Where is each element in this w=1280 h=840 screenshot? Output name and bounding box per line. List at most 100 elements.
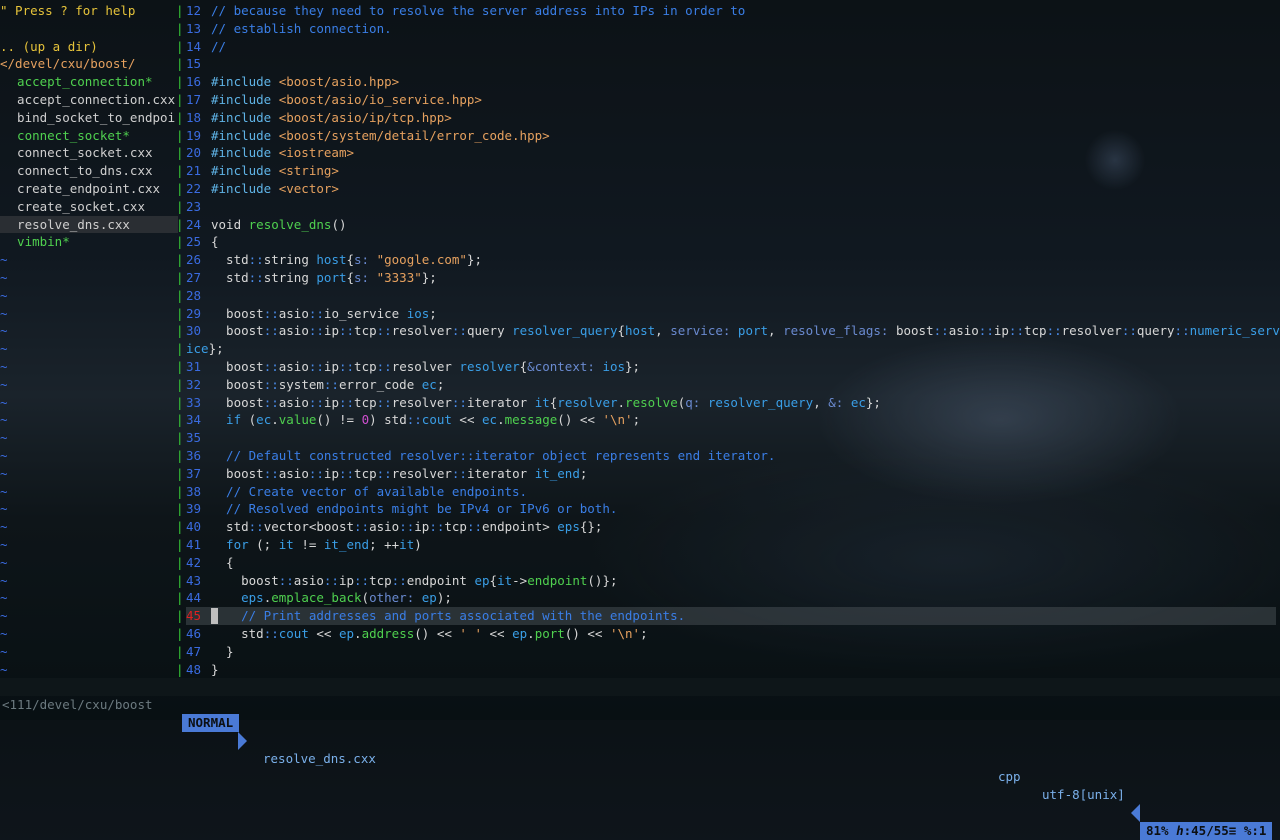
tree-entry[interactable]: resolve_dns.cxx [0, 215, 178, 234]
code-token: 0 [361, 412, 370, 428]
code-token: boost [211, 394, 264, 410]
separator-bar: | [176, 270, 184, 285]
separator-bar: | [176, 20, 184, 36]
code-token: tcp [369, 572, 392, 588]
code-line[interactable]: // Print addresses and ports associated … [211, 607, 685, 625]
separator-bar: | [176, 537, 184, 552]
code-line[interactable]: boost::asio::ip::tcp::resolver resolver{… [211, 358, 640, 376]
code-line[interactable]: if (ec.value() != 0) std::cout << ec.mes… [211, 411, 640, 429]
code-line[interactable]: for (; it != it_end; ++it) [211, 536, 422, 554]
code-token: it_end [323, 537, 370, 552]
code-line[interactable]: #include <iostream> [211, 144, 354, 162]
tree-help-hint: " Press ? for help [0, 3, 136, 18]
statusline: <111/devel/cxu/boost NORMAL resolve_dns.… [0, 678, 1280, 840]
tree-entry[interactable]: connect_socket.cxx [0, 144, 178, 162]
filetype-indicator: cpp [998, 769, 1021, 784]
code-token: <iostream> [278, 145, 354, 161]
code-line[interactable]: } [211, 661, 219, 679]
tree-entry[interactable]: bind_socket_to_endpoi [0, 109, 178, 127]
separator-bar: | [176, 109, 184, 125]
code-line[interactable]: { [211, 233, 219, 251]
code-token: other: [369, 590, 422, 606]
code-token: << [308, 626, 339, 641]
separator-bar: | [176, 163, 184, 179]
code-token: emplace_back [271, 590, 362, 606]
code-token: std [211, 270, 249, 285]
code-line[interactable]: { [211, 554, 234, 572]
code-token: resolver [391, 394, 452, 410]
code-line[interactable]: boost::system::error_code ec; [211, 376, 444, 394]
tree-empty-tilde: ~ [0, 537, 8, 552]
code-token: resolve_dns [248, 216, 332, 232]
code-token: ice [186, 341, 209, 357]
tree-entry[interactable]: connect_socket* [0, 127, 178, 145]
code-line[interactable]: #include <boost/asio/io_service.hpp> [211, 91, 482, 109]
separator-bar: | [176, 38, 184, 54]
code-line[interactable]: std::string port{s: "3333"}; [211, 269, 437, 287]
code-line[interactable]: // Resolved endpoints might be IPv4 or I… [211, 500, 617, 518]
code-line[interactable]: eps.emplace_back(other: ep); [211, 589, 452, 607]
tree-up-dir[interactable]: .. (up a dir) [0, 38, 176, 56]
code-line[interactable]: // establish connection. [211, 20, 392, 38]
code-line[interactable]: boost::asio::ip::tcp::resolver::query re… [211, 322, 1280, 340]
code-token: ec [256, 412, 272, 428]
code-token: ec [482, 412, 498, 428]
code-line[interactable]: } [211, 643, 234, 661]
code-token: << [451, 412, 483, 428]
tree-entry[interactable]: create_endpoint.cxx [0, 180, 178, 198]
code-token: }; [208, 341, 224, 357]
code-line[interactable]: #include <boost/asio/ip/tcp.hpp> [211, 109, 452, 127]
code-line[interactable]: // [211, 38, 226, 56]
code-line[interactable]: boost::asio::ip::tcp::resolver::iterator… [211, 465, 587, 483]
tree-empty-tilde: ~ [0, 270, 8, 285]
code-line[interactable]: #include <boost/asio.hpp> [211, 73, 399, 91]
tree-entry[interactable]: accept_connection.cxx [0, 91, 178, 109]
code-line[interactable]: ice}; [186, 340, 224, 358]
tree-entry[interactable]: vimbin* [0, 233, 178, 251]
code-token: ) std [369, 412, 407, 428]
code-token: :: [338, 394, 355, 410]
code-token: ec [421, 376, 437, 392]
code-token: it [399, 537, 415, 552]
code-token: if [211, 412, 249, 428]
tree-entry[interactable]: connect_to_dns.cxx [0, 162, 178, 180]
code-line[interactable]: boost::asio::io_service ios; [211, 305, 437, 323]
code-line[interactable]: // because they need to resolve the serv… [211, 2, 745, 20]
line-number: 26 [186, 252, 202, 268]
tree-entry[interactable]: accept_connection* [0, 73, 178, 91]
code-line[interactable]: boost::asio::ip::tcp::endpoint ep{it->en… [211, 572, 617, 590]
line-number: 45 [186, 608, 202, 624]
code-line[interactable]: #include <vector> [211, 180, 339, 198]
code-token: ip [323, 465, 339, 481]
code-line[interactable]: std::cout << ep.address() << ' ' << ep.p… [211, 625, 648, 643]
separator-bar: | [176, 394, 184, 410]
code-token: (; [256, 537, 279, 552]
code-line[interactable]: std::string host{s: "google.com"}; [211, 251, 482, 269]
code-line[interactable]: // Create vector of available endpoints. [211, 483, 527, 501]
tree-entry[interactable]: create_socket.cxx [0, 198, 178, 216]
code-token: :: [323, 376, 339, 392]
code-token: :: [248, 519, 264, 535]
code-token: boost [211, 572, 279, 588]
tree-empty-tilde: ~ [0, 590, 8, 606]
code-line[interactable]: std::vector<boost::asio::ip::tcp::endpoi… [211, 518, 602, 536]
tree-current-dir[interactable]: </devel/cxu/boost/ [0, 55, 176, 73]
code-token: string [263, 270, 317, 285]
code-token: ip [323, 394, 339, 410]
separator-bar: | [176, 56, 184, 72]
code-token: asio [369, 519, 400, 535]
tree-empty-tilde: ~ [0, 394, 8, 410]
code-token: :: [308, 465, 324, 481]
code-line[interactable]: boost::asio::ip::tcp::resolver::iterator… [211, 394, 881, 412]
code-token: . [617, 394, 626, 410]
code-line[interactable]: // Default constructed resolver::iterato… [211, 447, 775, 465]
code-token: } [211, 661, 219, 677]
code-line[interactable]: void resolve_dns() [211, 216, 347, 234]
code-line[interactable]: #include <string> [211, 162, 339, 180]
code-token: } [211, 643, 234, 659]
code-line[interactable]: #include <boost/system/detail/error_code… [211, 127, 550, 145]
code-token: ; [436, 376, 445, 392]
code-token: ); [436, 590, 452, 606]
code-token: ; ++ [369, 537, 400, 552]
code-token: resolver [391, 359, 460, 374]
